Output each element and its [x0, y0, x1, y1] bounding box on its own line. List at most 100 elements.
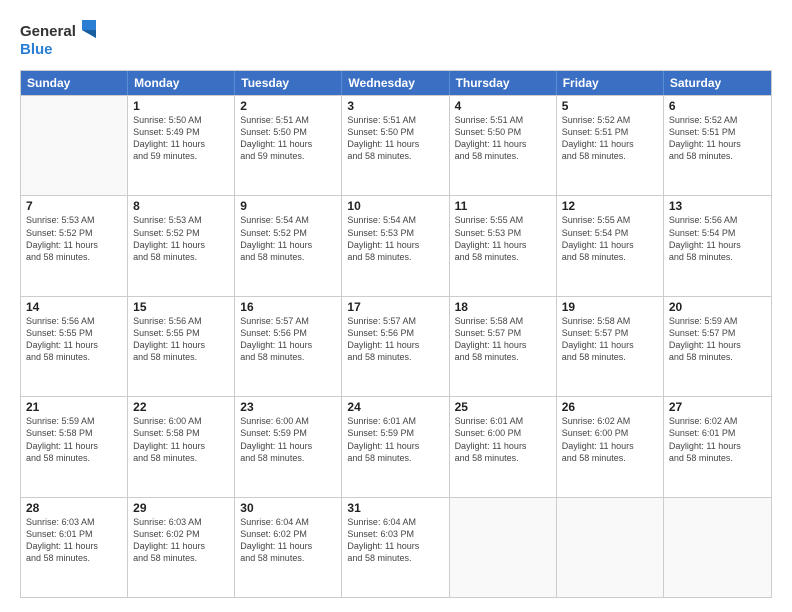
- day-number: 3: [347, 99, 443, 113]
- day-info: Sunrise: 5:55 AM Sunset: 5:53 PM Dayligh…: [455, 214, 551, 263]
- day-info: Sunrise: 5:51 AM Sunset: 5:50 PM Dayligh…: [455, 114, 551, 163]
- day-info: Sunrise: 5:51 AM Sunset: 5:50 PM Dayligh…: [240, 114, 336, 163]
- day-info: Sunrise: 5:51 AM Sunset: 5:50 PM Dayligh…: [347, 114, 443, 163]
- day-7: 7Sunrise: 5:53 AM Sunset: 5:52 PM Daylig…: [21, 196, 128, 295]
- day-18: 18Sunrise: 5:58 AM Sunset: 5:57 PM Dayli…: [450, 297, 557, 396]
- day-number: 27: [669, 400, 766, 414]
- svg-text:General: General: [20, 23, 76, 40]
- day-14: 14Sunrise: 5:56 AM Sunset: 5:55 PM Dayli…: [21, 297, 128, 396]
- day-16: 16Sunrise: 5:57 AM Sunset: 5:56 PM Dayli…: [235, 297, 342, 396]
- day-info: Sunrise: 5:55 AM Sunset: 5:54 PM Dayligh…: [562, 214, 658, 263]
- svg-text:Blue: Blue: [20, 41, 53, 58]
- day-info: Sunrise: 5:53 AM Sunset: 5:52 PM Dayligh…: [26, 214, 122, 263]
- header-sunday: Sunday: [21, 71, 128, 95]
- day-number: 15: [133, 300, 229, 314]
- day-9: 9Sunrise: 5:54 AM Sunset: 5:52 PM Daylig…: [235, 196, 342, 295]
- day-number: 8: [133, 199, 229, 213]
- day-number: 18: [455, 300, 551, 314]
- day-number: 21: [26, 400, 122, 414]
- day-number: 14: [26, 300, 122, 314]
- day-info: Sunrise: 5:59 AM Sunset: 5:57 PM Dayligh…: [669, 315, 766, 364]
- day-number: 5: [562, 99, 658, 113]
- day-info: Sunrise: 5:53 AM Sunset: 5:52 PM Dayligh…: [133, 214, 229, 263]
- calendar-row-2: 7Sunrise: 5:53 AM Sunset: 5:52 PM Daylig…: [21, 195, 771, 295]
- header-friday: Friday: [557, 71, 664, 95]
- day-info: Sunrise: 6:01 AM Sunset: 6:00 PM Dayligh…: [455, 415, 551, 464]
- day-info: Sunrise: 6:02 AM Sunset: 6:01 PM Dayligh…: [669, 415, 766, 464]
- day-info: Sunrise: 5:52 AM Sunset: 5:51 PM Dayligh…: [562, 114, 658, 163]
- day-number: 22: [133, 400, 229, 414]
- day-13: 13Sunrise: 5:56 AM Sunset: 5:54 PM Dayli…: [664, 196, 771, 295]
- day-info: Sunrise: 5:59 AM Sunset: 5:58 PM Dayligh…: [26, 415, 122, 464]
- calendar-header-row: SundayMondayTuesdayWednesdayThursdayFrid…: [21, 71, 771, 95]
- day-6: 6Sunrise: 5:52 AM Sunset: 5:51 PM Daylig…: [664, 96, 771, 195]
- day-5: 5Sunrise: 5:52 AM Sunset: 5:51 PM Daylig…: [557, 96, 664, 195]
- day-30: 30Sunrise: 6:04 AM Sunset: 6:02 PM Dayli…: [235, 498, 342, 597]
- day-info: Sunrise: 5:58 AM Sunset: 5:57 PM Dayligh…: [455, 315, 551, 364]
- day-info: Sunrise: 5:56 AM Sunset: 5:55 PM Dayligh…: [26, 315, 122, 364]
- day-number: 10: [347, 199, 443, 213]
- header-monday: Monday: [128, 71, 235, 95]
- day-number: 25: [455, 400, 551, 414]
- day-number: 31: [347, 501, 443, 515]
- day-info: Sunrise: 6:02 AM Sunset: 6:00 PM Dayligh…: [562, 415, 658, 464]
- day-number: 2: [240, 99, 336, 113]
- calendar-body: 1Sunrise: 5:50 AM Sunset: 5:49 PM Daylig…: [21, 95, 771, 597]
- calendar-row-5: 28Sunrise: 6:03 AM Sunset: 6:01 PM Dayli…: [21, 497, 771, 597]
- day-info: Sunrise: 5:56 AM Sunset: 5:55 PM Dayligh…: [133, 315, 229, 364]
- day-26: 26Sunrise: 6:02 AM Sunset: 6:00 PM Dayli…: [557, 397, 664, 496]
- day-info: Sunrise: 6:00 AM Sunset: 5:58 PM Dayligh…: [133, 415, 229, 464]
- day-number: 12: [562, 199, 658, 213]
- day-info: Sunrise: 6:03 AM Sunset: 6:02 PM Dayligh…: [133, 516, 229, 565]
- header-tuesday: Tuesday: [235, 71, 342, 95]
- day-number: 29: [133, 501, 229, 515]
- calendar: SundayMondayTuesdayWednesdayThursdayFrid…: [20, 70, 772, 598]
- day-number: 28: [26, 501, 122, 515]
- day-number: 23: [240, 400, 336, 414]
- day-number: 26: [562, 400, 658, 414]
- day-12: 12Sunrise: 5:55 AM Sunset: 5:54 PM Dayli…: [557, 196, 664, 295]
- day-number: 13: [669, 199, 766, 213]
- day-17: 17Sunrise: 5:57 AM Sunset: 5:56 PM Dayli…: [342, 297, 449, 396]
- day-info: Sunrise: 5:54 AM Sunset: 5:52 PM Dayligh…: [240, 214, 336, 263]
- day-info: Sunrise: 5:57 AM Sunset: 5:56 PM Dayligh…: [240, 315, 336, 364]
- day-info: Sunrise: 5:58 AM Sunset: 5:57 PM Dayligh…: [562, 315, 658, 364]
- header-thursday: Thursday: [450, 71, 557, 95]
- day-20: 20Sunrise: 5:59 AM Sunset: 5:57 PM Dayli…: [664, 297, 771, 396]
- empty-cell-0-0: [21, 96, 128, 195]
- empty-cell-4-4: [450, 498, 557, 597]
- day-info: Sunrise: 5:54 AM Sunset: 5:53 PM Dayligh…: [347, 214, 443, 263]
- page-header: General Blue: [20, 18, 772, 60]
- empty-cell-4-5: [557, 498, 664, 597]
- day-number: 24: [347, 400, 443, 414]
- day-29: 29Sunrise: 6:03 AM Sunset: 6:02 PM Dayli…: [128, 498, 235, 597]
- day-info: Sunrise: 5:57 AM Sunset: 5:56 PM Dayligh…: [347, 315, 443, 364]
- day-number: 30: [240, 501, 336, 515]
- day-number: 4: [455, 99, 551, 113]
- day-8: 8Sunrise: 5:53 AM Sunset: 5:52 PM Daylig…: [128, 196, 235, 295]
- day-21: 21Sunrise: 5:59 AM Sunset: 5:58 PM Dayli…: [21, 397, 128, 496]
- day-info: Sunrise: 6:04 AM Sunset: 6:02 PM Dayligh…: [240, 516, 336, 565]
- logo: General Blue: [20, 18, 100, 60]
- day-number: 17: [347, 300, 443, 314]
- header-wednesday: Wednesday: [342, 71, 449, 95]
- day-info: Sunrise: 5:52 AM Sunset: 5:51 PM Dayligh…: [669, 114, 766, 163]
- day-number: 7: [26, 199, 122, 213]
- day-3: 3Sunrise: 5:51 AM Sunset: 5:50 PM Daylig…: [342, 96, 449, 195]
- day-info: Sunrise: 6:00 AM Sunset: 5:59 PM Dayligh…: [240, 415, 336, 464]
- day-11: 11Sunrise: 5:55 AM Sunset: 5:53 PM Dayli…: [450, 196, 557, 295]
- day-24: 24Sunrise: 6:01 AM Sunset: 5:59 PM Dayli…: [342, 397, 449, 496]
- calendar-row-1: 1Sunrise: 5:50 AM Sunset: 5:49 PM Daylig…: [21, 95, 771, 195]
- day-number: 19: [562, 300, 658, 314]
- day-number: 20: [669, 300, 766, 314]
- day-info: Sunrise: 6:03 AM Sunset: 6:01 PM Dayligh…: [26, 516, 122, 565]
- day-2: 2Sunrise: 5:51 AM Sunset: 5:50 PM Daylig…: [235, 96, 342, 195]
- day-19: 19Sunrise: 5:58 AM Sunset: 5:57 PM Dayli…: [557, 297, 664, 396]
- day-28: 28Sunrise: 6:03 AM Sunset: 6:01 PM Dayli…: [21, 498, 128, 597]
- day-25: 25Sunrise: 6:01 AM Sunset: 6:00 PM Dayli…: [450, 397, 557, 496]
- calendar-row-4: 21Sunrise: 5:59 AM Sunset: 5:58 PM Dayli…: [21, 396, 771, 496]
- logo-svg: General Blue: [20, 18, 100, 60]
- day-10: 10Sunrise: 5:54 AM Sunset: 5:53 PM Dayli…: [342, 196, 449, 295]
- day-4: 4Sunrise: 5:51 AM Sunset: 5:50 PM Daylig…: [450, 96, 557, 195]
- day-number: 11: [455, 199, 551, 213]
